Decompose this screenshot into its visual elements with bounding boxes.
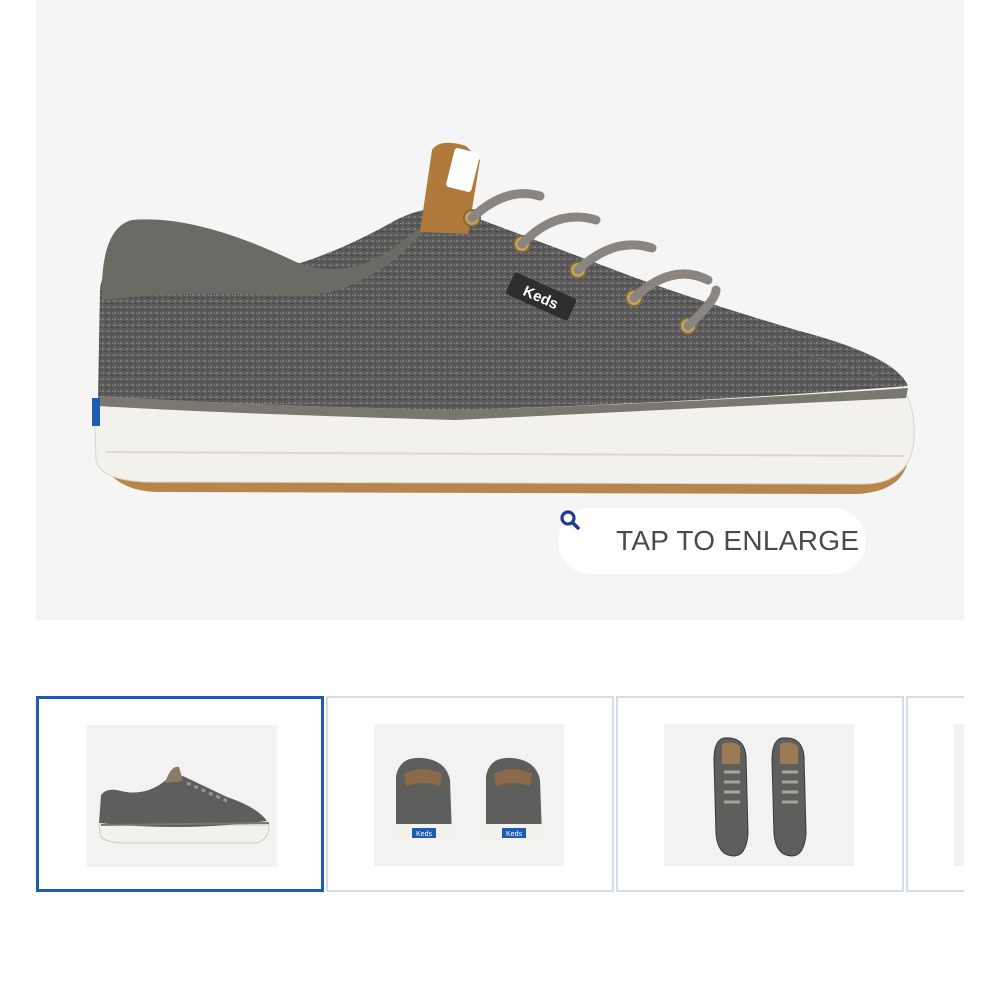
tap-to-enlarge-label: TAP TO ENLARGE — [616, 525, 860, 556]
back-left-heel-label: Keds — [416, 831, 432, 838]
thumbnail-strip: Keds Keds — [36, 696, 964, 892]
main-product-image[interactable]: Keds TAP TO ENLARGE — [36, 0, 964, 620]
tap-to-enlarge-button[interactable]: TAP TO ENLARGE — [558, 508, 866, 574]
product-gallery: Keds TAP TO ENLARGE Keds Keds — [0, 0, 1000, 1000]
thumbnail-image-back: Keds Keds — [374, 724, 564, 866]
thumbnail-image-top — [664, 724, 854, 866]
search-icon — [560, 510, 604, 553]
thumbnail-back-view[interactable]: Keds Keds — [326, 696, 614, 892]
thumbnail-image-partial — [954, 724, 964, 866]
thumbnail-side-view[interactable] — [36, 696, 324, 892]
thumbnail-partial-view[interactable] — [906, 696, 964, 892]
thumbnail-image-side — [87, 725, 277, 867]
back-right-heel-label: Keds — [506, 831, 522, 838]
thumbnail-top-view[interactable] — [616, 696, 904, 892]
